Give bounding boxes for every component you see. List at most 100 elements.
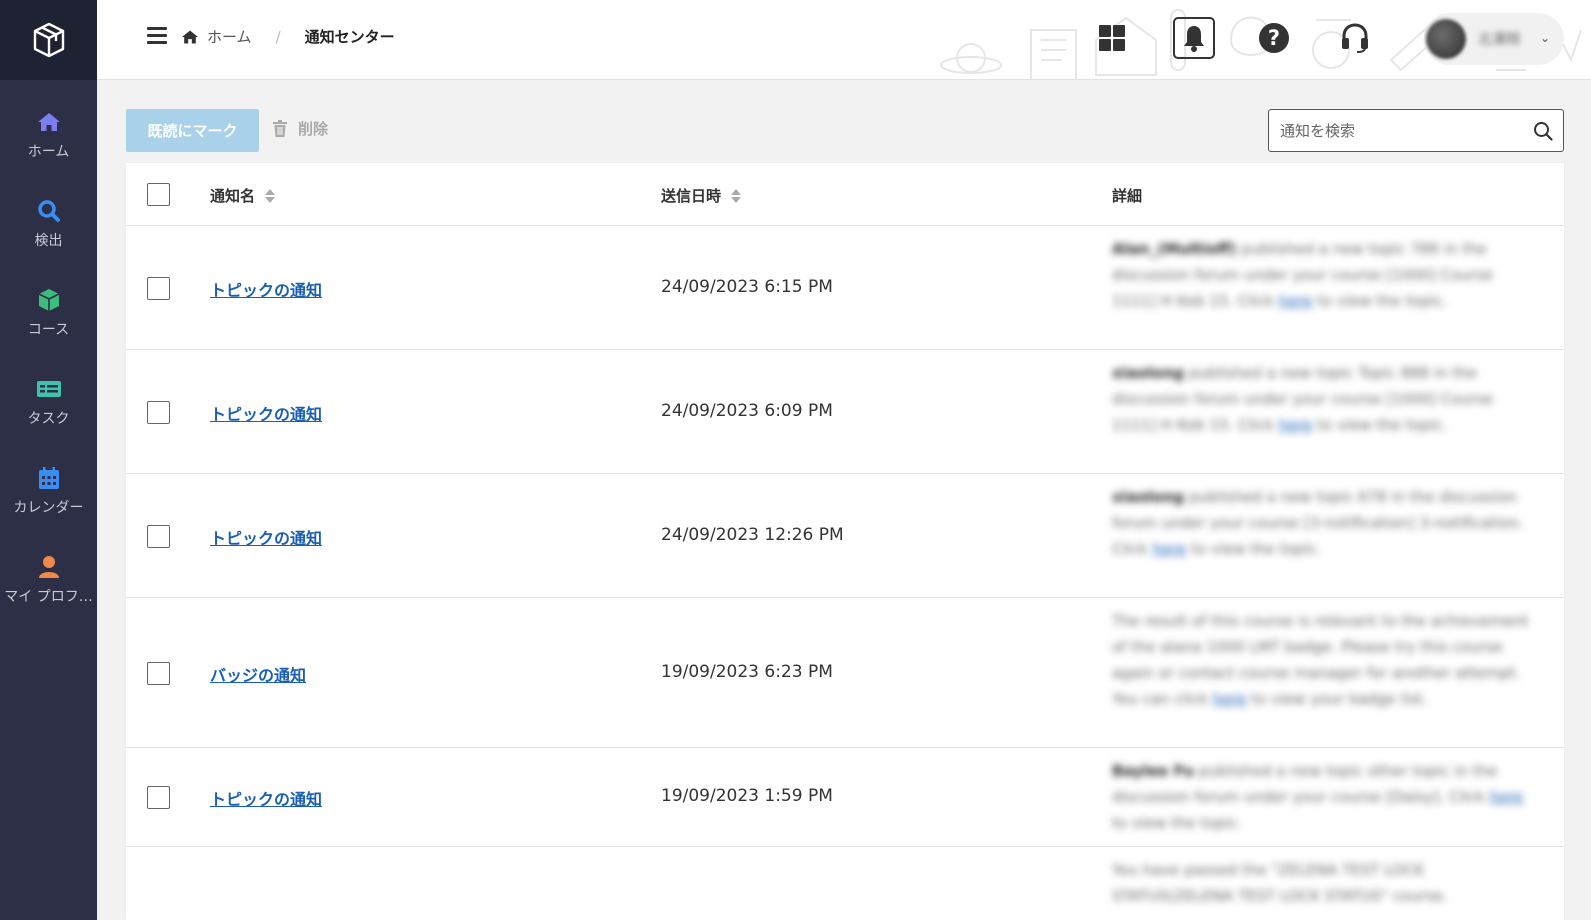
sidebar-item-label: カレンダー bbox=[13, 499, 84, 516]
detail-author: Alan_(Multioff) bbox=[1112, 240, 1237, 258]
table-row: トピックの通知 24/09/2023 12:26 PM xiaolong pub… bbox=[126, 474, 1564, 598]
column-header-label: 送信日時 bbox=[661, 187, 722, 205]
detail-author: xiaolong bbox=[1112, 488, 1185, 506]
search-icon bbox=[36, 198, 62, 224]
notification-title-link[interactable]: トピックの通知 bbox=[210, 277, 322, 301]
detail-tail: to view the topic. bbox=[1312, 416, 1448, 434]
apps-grid-button[interactable] bbox=[1091, 17, 1133, 59]
sidebar-item-home[interactable]: ホーム bbox=[0, 90, 97, 179]
sidebar-item-label: コース bbox=[27, 321, 70, 338]
table-header: 通知名 送信日時 詳細 bbox=[126, 163, 1564, 226]
svg-text:?: ? bbox=[1268, 26, 1280, 50]
column-header-sent[interactable]: 送信日時 bbox=[661, 185, 742, 206]
table-row: トピックの通知 24/09/2023 6:09 PM xiaolong publ… bbox=[126, 350, 1564, 474]
column-header-label: 通知名 bbox=[210, 187, 256, 205]
sent-date: 19/09/2023 6:23 PM bbox=[661, 661, 833, 682]
notification-title-link[interactable]: トピックの通知 bbox=[210, 401, 322, 425]
row-checkbox[interactable] bbox=[147, 400, 170, 424]
sent-date: 24/09/2023 6:09 PM bbox=[661, 400, 833, 421]
home-icon bbox=[182, 29, 198, 44]
sort-icon[interactable] bbox=[731, 188, 742, 203]
home-icon bbox=[36, 109, 62, 135]
delete-label: 削除 bbox=[298, 120, 329, 138]
table-row: トピックの通知 24/09/2023 6:15 PM Alan_(Multiof… bbox=[126, 226, 1564, 350]
grid-icon bbox=[1099, 25, 1125, 51]
detail-tail: to view the topic. bbox=[1112, 814, 1243, 832]
support-button[interactable] bbox=[1334, 17, 1376, 59]
user-name: 北澤翔 bbox=[1478, 32, 1520, 48]
sidebar-item-label: 検出 bbox=[34, 232, 63, 249]
search-input[interactable] bbox=[1269, 110, 1523, 151]
bell-icon bbox=[1184, 26, 1204, 52]
breadcrumb-home-link[interactable]: ホーム bbox=[181, 26, 252, 47]
notification-detail: xiaolong published a new topic Topic 888… bbox=[1112, 360, 1540, 438]
column-header-name[interactable]: 通知名 bbox=[210, 185, 276, 206]
notification-detail: You have passed the "ZELENA TEST LOCK ST… bbox=[1112, 857, 1540, 909]
detail-here-link[interactable]: here bbox=[1213, 690, 1247, 708]
notification-detail: xiaolong published a new topic 678 in th… bbox=[1112, 484, 1540, 562]
row-checkbox[interactable] bbox=[147, 276, 170, 300]
box-logo-icon bbox=[33, 22, 64, 58]
delete-button[interactable]: 削除 bbox=[272, 118, 328, 139]
question-circle-icon: ? bbox=[1259, 23, 1289, 53]
sidebar-item-tasks[interactable]: タスク bbox=[0, 357, 97, 446]
sent-date: 24/09/2023 12:26 PM bbox=[661, 524, 844, 545]
sidebar-item-label: マイ プロフ… bbox=[4, 588, 93, 605]
table-row: バッジの通知 19/09/2023 6:23 PM The result of … bbox=[126, 598, 1564, 748]
column-header-detail: 詳細 bbox=[1112, 185, 1142, 206]
notifications-table: 通知名 送信日時 詳細 トピックの通知 24/09/2023 6:15 PM A… bbox=[126, 163, 1564, 920]
detail-text: You have passed the "ZELENA TEST LOCK ST… bbox=[1112, 861, 1448, 905]
detail-tail: to view the topic. bbox=[1312, 292, 1448, 310]
notification-title-link[interactable]: バッジの通知 bbox=[210, 662, 306, 686]
chevron-down-icon: ⌄ bbox=[1539, 31, 1550, 45]
row-checkbox[interactable] bbox=[147, 661, 170, 685]
breadcrumb-separator: / bbox=[275, 27, 281, 46]
detail-here-link[interactable]: here bbox=[1153, 540, 1187, 558]
breadcrumb-home-label: ホーム bbox=[207, 28, 252, 46]
search-submit-button[interactable] bbox=[1523, 110, 1563, 151]
notification-search bbox=[1268, 109, 1564, 152]
notification-button[interactable] bbox=[1173, 17, 1215, 59]
task-icon bbox=[36, 376, 62, 402]
sidebar-item-courses[interactable]: コース bbox=[0, 268, 97, 357]
notification-title-link[interactable]: トピックの通知 bbox=[210, 525, 322, 549]
help-button[interactable]: ? bbox=[1253, 17, 1295, 59]
avatar bbox=[1426, 19, 1466, 59]
mark-as-read-button[interactable]: 既読にマーク bbox=[126, 109, 259, 152]
sidebar-item-search[interactable]: 検出 bbox=[0, 179, 97, 268]
row-checkbox[interactable] bbox=[147, 786, 170, 809]
notification-detail: Alan_(Multioff) published a new topic 78… bbox=[1112, 236, 1540, 314]
detail-here-link[interactable]: here bbox=[1489, 788, 1523, 806]
user-icon bbox=[36, 554, 62, 580]
table-row: You have passed the "ZELENA TEST LOCK ST… bbox=[126, 847, 1564, 920]
detail-here-link[interactable]: here bbox=[1279, 416, 1313, 434]
detail-author: xiaolong bbox=[1112, 364, 1185, 382]
trash-icon bbox=[273, 119, 287, 137]
sort-icon[interactable] bbox=[265, 188, 276, 203]
app-logo[interactable] bbox=[0, 0, 97, 80]
table-row: トピックの通知 19/09/2023 1:59 PM Baylee Fu pub… bbox=[126, 748, 1564, 847]
notification-detail: Baylee Fu published a new topic other to… bbox=[1112, 758, 1540, 836]
notification-title-link[interactable]: トピックの通知 bbox=[210, 786, 322, 810]
sidebar-item-calendar[interactable]: カレンダー bbox=[0, 446, 97, 535]
sent-date: 19/09/2023 1:59 PM bbox=[661, 786, 833, 806]
search-icon bbox=[1534, 121, 1553, 141]
headset-icon bbox=[1342, 23, 1368, 53]
detail-tail: to view your badge list. bbox=[1246, 690, 1428, 708]
sidebar-item-label: タスク bbox=[27, 410, 70, 427]
detail-author: Baylee Fu bbox=[1112, 762, 1194, 780]
page-title: 通知センター bbox=[304, 28, 395, 46]
calendar-icon bbox=[36, 465, 62, 491]
top-header: ホーム / 通知センター ? 北澤翔 ⌄ bbox=[97, 0, 1591, 80]
detail-tail: to view the topic. bbox=[1186, 540, 1322, 558]
cube-icon bbox=[36, 287, 62, 313]
sidebar-item-label: ホーム bbox=[27, 143, 70, 160]
sidebar-item-profile[interactable]: マイ プロフ… bbox=[0, 535, 97, 624]
column-header-label: 詳細 bbox=[1112, 187, 1143, 205]
row-checkbox[interactable] bbox=[147, 524, 170, 548]
notification-detail: The result of this course is relevant to… bbox=[1112, 608, 1540, 712]
detail-here-link[interactable]: here bbox=[1279, 292, 1313, 310]
user-menu[interactable]: 北澤翔 ⌄ bbox=[1424, 13, 1564, 65]
select-all-checkbox[interactable] bbox=[147, 183, 170, 206]
menu-toggle-button[interactable] bbox=[147, 27, 167, 45]
